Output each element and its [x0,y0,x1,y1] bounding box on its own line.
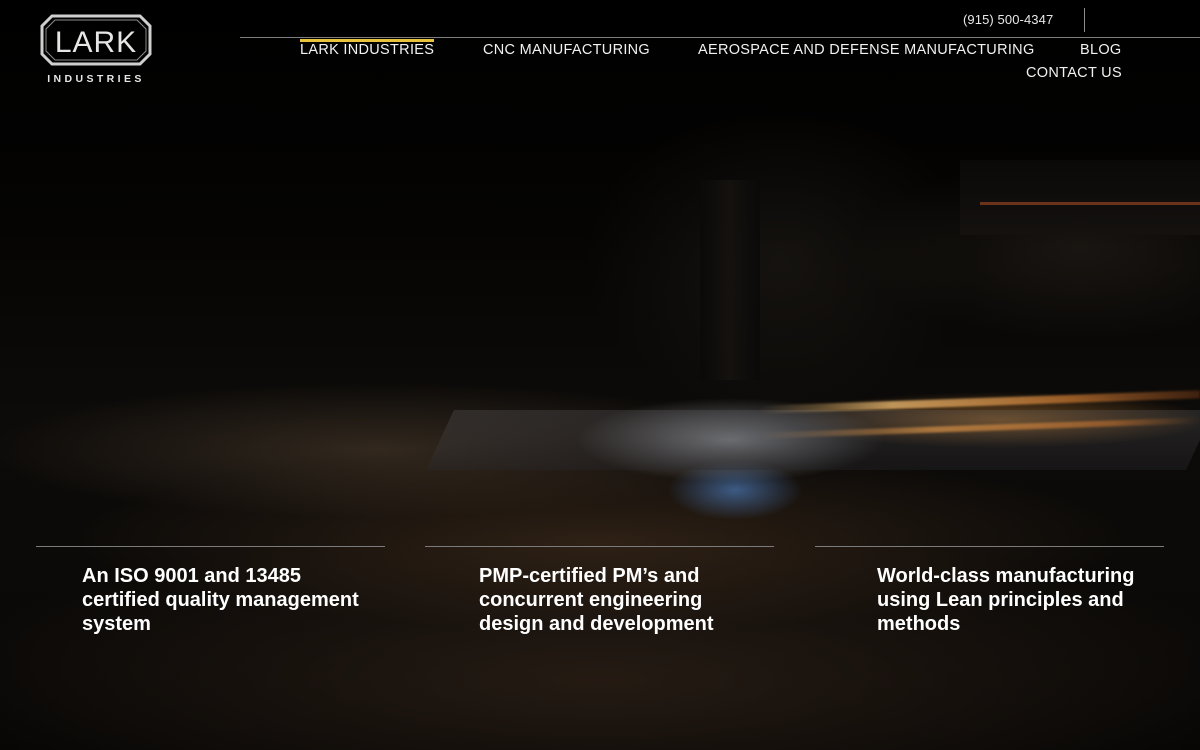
page: LARK INDUSTRIES (915) 500-4347 LARK INDU… [0,0,1200,750]
phone-number-link[interactable]: (915) 500-4347 [963,12,1053,27]
hero-background-image [0,0,1200,750]
feature-column-lean: World-class manufacturing using Lean pri… [815,546,1164,635]
cutter-gantry [700,180,760,380]
nav-item-cnc-manufacturing[interactable]: CNC MANUFACTURING [483,42,650,58]
feature-text-lean: World-class manufacturing using Lean pri… [877,565,1135,635]
nav-item-blog[interactable]: BLOG [1080,42,1122,58]
feature-text-quality: An ISO 9001 and 13485 certified quality … [82,565,359,635]
logo-subword: INDUSTRIES [47,73,145,85]
machine-beam [960,160,1200,235]
feature-text-engineering: PMP-certified PM’s and concurrent engine… [479,565,714,635]
logo-word: LARK [55,26,137,59]
site-header: LARK INDUSTRIES (915) 500-4347 LARK INDU… [0,0,1200,100]
feature-column-quality: An ISO 9001 and 13485 certified quality … [36,546,385,635]
header-divider [1084,8,1085,32]
nav-item-lark-industries[interactable]: LARK INDUSTRIES [300,39,435,58]
nav-top-rule [240,37,1200,38]
lark-industries-logo[interactable]: LARK INDUSTRIES [38,14,154,86]
nav-item-contact-us[interactable]: CONTACT US [1026,65,1122,81]
nav-item-aerospace-defense[interactable]: AEROSPACE AND DEFENSE MANUFACTURING [698,42,1035,58]
metal-plate [426,410,1200,470]
feature-column-engineering: PMP-certified PM’s and concurrent engine… [425,546,774,635]
